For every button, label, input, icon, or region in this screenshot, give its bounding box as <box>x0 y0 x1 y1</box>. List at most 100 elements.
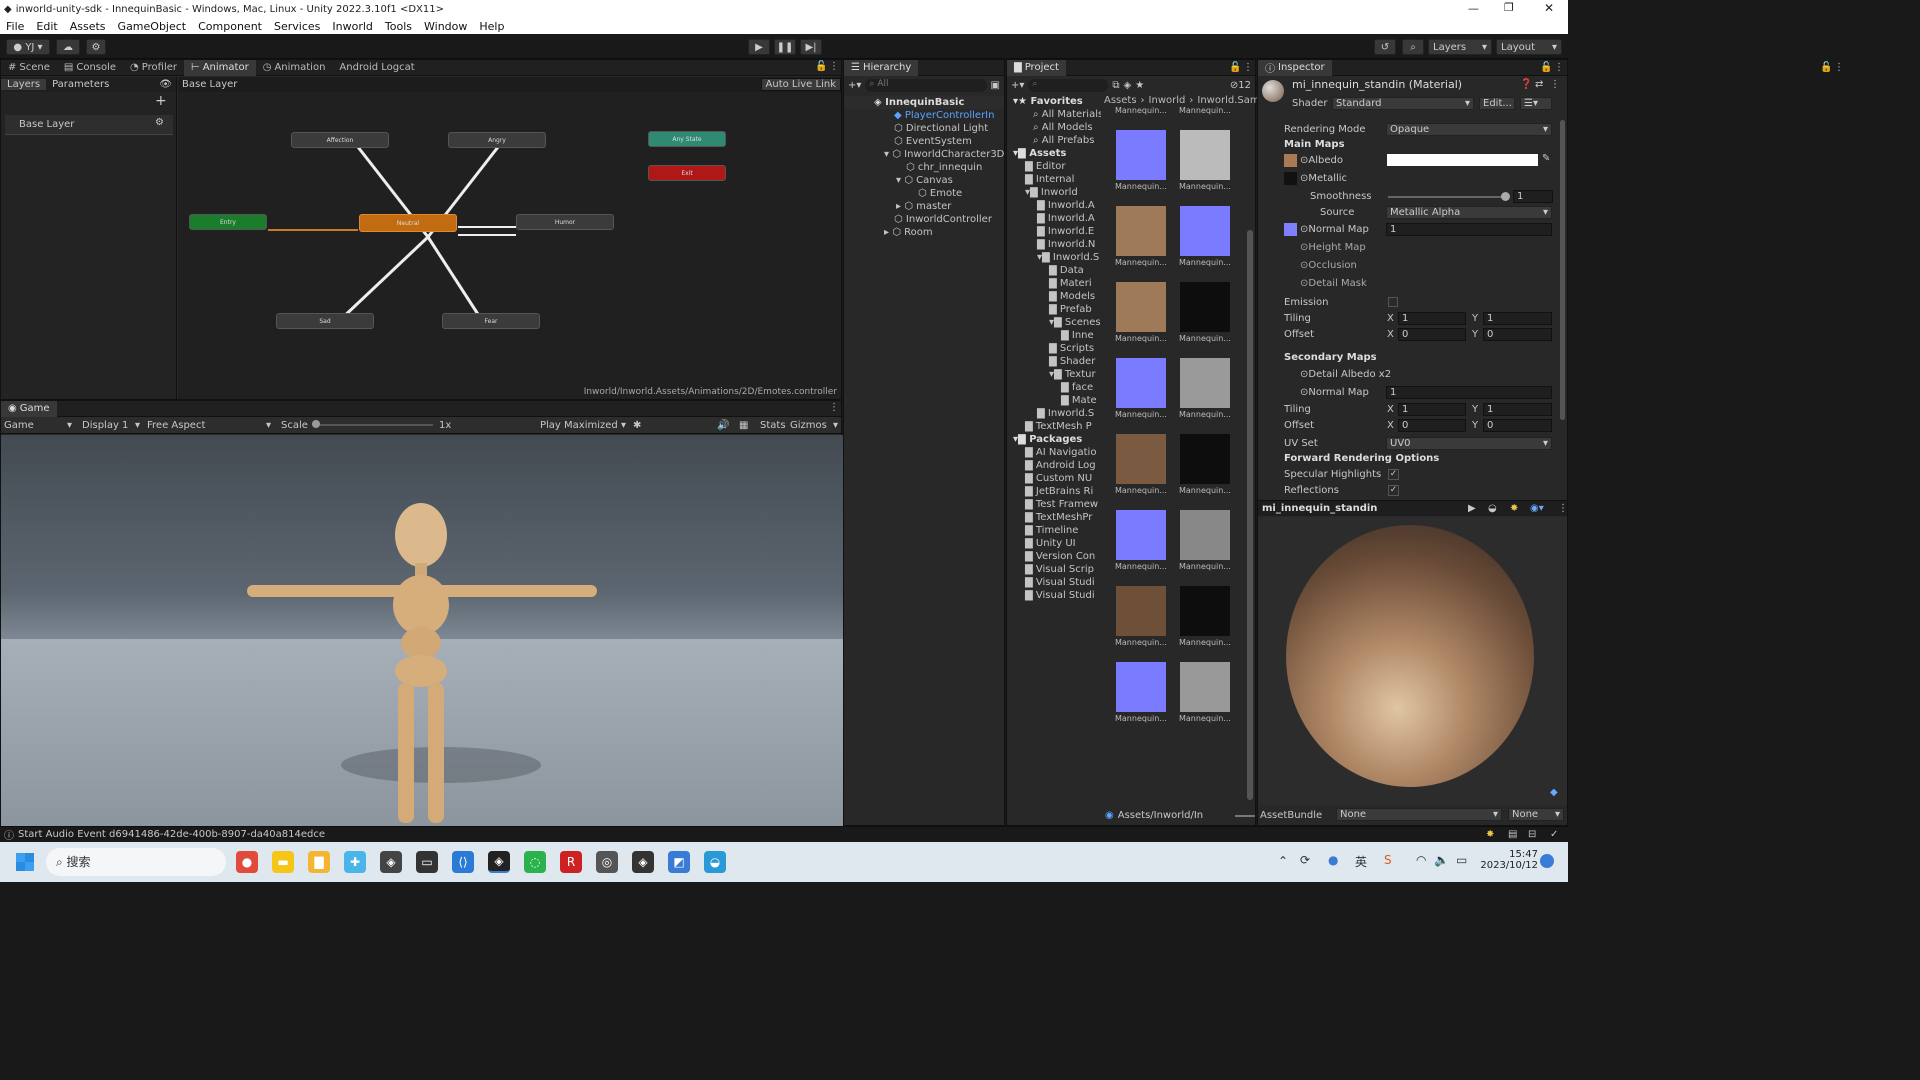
game-viewport[interactable] <box>1 435 843 827</box>
more-menu-icon[interactable]: ⋮ <box>829 61 839 72</box>
cache-icon[interactable]: ⊟ <box>1528 829 1536 840</box>
breadcrumb-item[interactable]: Inworld <box>1149 95 1186 106</box>
folder-item[interactable]: ▇ AI Navigatio <box>1007 446 1101 459</box>
asset-thumbnail[interactable] <box>1116 130 1166 180</box>
wechat-icon[interactable]: ◌ <box>524 851 546 873</box>
notification-icon[interactable] <box>1540 854 1554 868</box>
tab-game[interactable]: ◉ Game <box>1 400 57 417</box>
tab-hierarchy[interactable]: ☰ Hierarchy <box>844 59 919 76</box>
folder-item[interactable]: ▇ Materi <box>1007 277 1101 290</box>
more-menu-icon[interactable]: ⋮ <box>1550 79 1560 90</box>
menu-item-assets[interactable]: Assets <box>64 20 112 33</box>
search-input[interactable]: ⌕ All <box>865 78 987 92</box>
maximize-button[interactable]: ❐ <box>1504 1 1514 14</box>
wifi-icon[interactable]: ◠ <box>1416 853 1426 867</box>
collab-button[interactable]: ⚙ <box>86 39 106 55</box>
tree-item-scene[interactable]: ◈ InnequinBasic <box>844 96 1004 109</box>
folder-item[interactable]: ▾★ Favorites <box>1007 95 1101 108</box>
file-explorer-icon[interactable]: ▇ <box>308 851 330 873</box>
asset-thumbnail[interactable] <box>1116 282 1166 332</box>
list-dropdown[interactable]: ☰▾ <box>1520 97 1552 110</box>
folder-item[interactable]: ▇ Mate <box>1007 394 1101 407</box>
sphere-icon[interactable]: ◒ <box>1488 503 1497 514</box>
terminal-icon[interactable]: ▭ <box>416 851 438 873</box>
scale-slider[interactable] <box>313 424 433 426</box>
offset-x-input[interactable]: 0 <box>1398 328 1466 341</box>
browser-icon[interactable]: ◎ <box>596 851 618 873</box>
folder-item[interactable]: ▇ Inworld.E <box>1007 225 1101 238</box>
more-menu-icon[interactable]: ⋮ <box>1558 503 1568 514</box>
battery-icon[interactable]: ▭ <box>1456 853 1467 867</box>
folder-item[interactable]: ▾▇ Scenes <box>1007 316 1101 329</box>
specular-checkbox[interactable]: ✓ <box>1388 469 1399 480</box>
display-dropdown[interactable]: Display 1 ▾ <box>82 420 142 431</box>
folder-item[interactable]: ▇ Scripts <box>1007 342 1101 355</box>
chrome-icon[interactable]: ● <box>236 851 258 873</box>
unity-editor-icon[interactable]: ◈ <box>488 851 510 873</box>
animator-graph[interactable]: Base Layer Auto Live Link Affection Angr… <box>178 77 841 399</box>
tree-item[interactable]: ▾ ⬡ InworldCharacter3D <box>844 148 1004 161</box>
folder-item[interactable]: ▇ Inworld.S <box>1007 407 1101 420</box>
tiling-x-input[interactable]: 1 <box>1398 312 1466 325</box>
folder-item[interactable]: ▇ Inworld.A <box>1007 212 1101 225</box>
breadcrumb-item[interactable]: Assets <box>1104 95 1137 106</box>
sync-icon[interactable]: ⟳ <box>1300 853 1310 867</box>
asset-thumbnail[interactable] <box>1180 358 1230 408</box>
state-exit[interactable]: Exit <box>648 165 726 181</box>
tab-animation[interactable]: ◷ Animation <box>256 60 333 76</box>
folder-item[interactable]: ▇ Android Log <box>1007 459 1101 472</box>
layers-dropdown[interactable]: Layers ▾ <box>1428 39 1492 55</box>
folder-item[interactable]: ▇ Prefab <box>1007 303 1101 316</box>
volume-icon[interactable]: 🔈 <box>1434 853 1449 867</box>
menu-item-window[interactable]: Window <box>418 20 473 33</box>
asset-thumbnail[interactable] <box>1180 130 1230 180</box>
state-angry[interactable]: Angry <box>448 132 546 148</box>
folder-item[interactable]: ▇ Editor <box>1007 160 1101 173</box>
folder-item[interactable]: ▇ Inworld.N <box>1007 238 1101 251</box>
bug-icon[interactable]: ▤ <box>1508 829 1517 840</box>
close-button[interactable]: ✕ <box>1544 1 1554 15</box>
menu-item-file[interactable]: File <box>0 20 30 33</box>
folder-item[interactable]: ▇ Data <box>1007 264 1101 277</box>
ime-indicator[interactable]: 英 <box>1355 853 1367 870</box>
eye-icon[interactable]: 👁 <box>159 79 176 90</box>
taskbar-search[interactable]: ⌕ 搜索 <box>46 848 226 876</box>
pause-button[interactable]: ❚❚ <box>774 39 796 55</box>
folder-item[interactable]: ▾▇ Assets <box>1007 147 1101 160</box>
folder-item[interactable]: ▇ Custom NU <box>1007 472 1101 485</box>
vscode-icon[interactable]: ⟨⟩ <box>452 851 474 873</box>
tab-console[interactable]: ▤ Console <box>57 60 123 76</box>
secondary-offset-y-input[interactable]: 0 <box>1483 419 1552 432</box>
tiling-y-input[interactable]: 1 <box>1483 312 1552 325</box>
lock-icon[interactable]: 🔓 <box>815 61 827 72</box>
label-icon[interactable]: ◈ <box>1124 80 1132 91</box>
more-menu-icon[interactable]: ⋮ <box>829 402 839 413</box>
gear-icon[interactable]: ⚙ <box>155 117 164 128</box>
asset-thumbnail[interactable] <box>1180 282 1230 332</box>
add-button[interactable]: +▾ <box>1011 80 1024 91</box>
layer-item-base[interactable]: Base Layer ⚙ <box>5 115 173 135</box>
lock-icon[interactable]: 🔓 <box>1540 62 1552 73</box>
photos-icon[interactable]: ◩ <box>668 851 690 873</box>
notes-icon[interactable]: ▬ <box>272 851 294 873</box>
source-dropdown[interactable]: Metallic Alpha ▾ <box>1386 206 1552 219</box>
menu-item-inworld[interactable]: Inworld <box>326 20 379 33</box>
albedo-texture-slot[interactable] <box>1284 154 1297 167</box>
state-fear[interactable]: Fear <box>442 313 540 329</box>
grid-icon[interactable]: ▦ <box>739 420 748 431</box>
uv-set-dropdown[interactable]: UV0 ▾ <box>1386 437 1552 450</box>
game-mode-dropdown[interactable]: Game ▾ <box>4 420 74 431</box>
state-sad[interactable]: Sad <box>276 313 374 329</box>
minimize-button[interactable]: — <box>1468 2 1479 15</box>
folder-item[interactable]: ▾▇ Packages <box>1007 433 1101 446</box>
add-layer-button[interactable]: + <box>155 93 167 109</box>
subtab-parameters[interactable]: Parameters <box>46 79 115 90</box>
state-entry[interactable]: Entry <box>189 214 267 230</box>
settings-icon[interactable]: ⇄ <box>1535 79 1543 90</box>
filter-icon[interactable]: ⧉ <box>1112 80 1119 91</box>
tree-item[interactable]: ⬡ EventSystem <box>844 135 1004 148</box>
folder-item[interactable]: ▾▇ Inworld.S <box>1007 251 1101 264</box>
asset-thumbnail[interactable] <box>1116 434 1166 484</box>
more-menu-icon[interactable]: ⋮ <box>1554 62 1564 73</box>
asset-thumbnail[interactable] <box>1180 206 1230 256</box>
